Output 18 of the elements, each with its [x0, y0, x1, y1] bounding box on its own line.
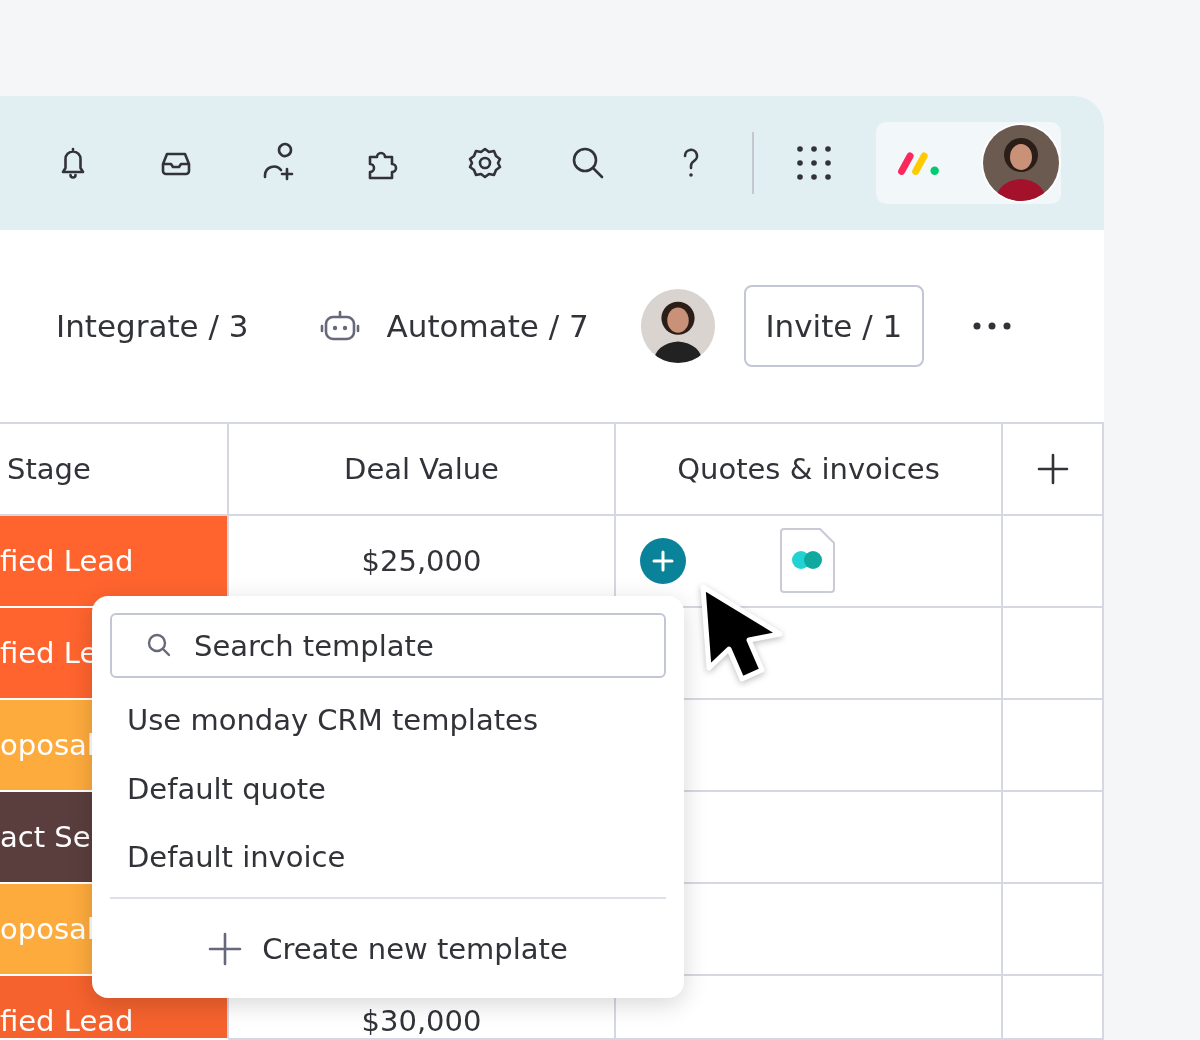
- column-header: Deal Value: [229, 424, 616, 516]
- menu-item[interactable]: Default quote: [110, 755, 666, 823]
- automate-link[interactable]: Automate / 7: [386, 308, 589, 344]
- more-icon[interactable]: [971, 321, 1012, 331]
- plus-icon: [208, 932, 243, 966]
- account-switcher[interactable]: [876, 122, 1061, 204]
- column-header: Quotes & invoices: [616, 424, 1003, 516]
- add-column-icon[interactable]: [1035, 452, 1070, 486]
- add-button[interactable]: [640, 538, 686, 584]
- document-icon[interactable]: [780, 528, 836, 594]
- menu-item[interactable]: Default invoice: [110, 823, 666, 891]
- search-field[interactable]: Search template: [110, 613, 666, 678]
- invite-button[interactable]: Invite / 1: [743, 285, 924, 367]
- menu-item[interactable]: Use monday CRM templates: [110, 685, 666, 755]
- plus-icon: [651, 549, 675, 573]
- integrate-link[interactable]: Integrate / 3: [56, 308, 249, 344]
- avatar[interactable]: [981, 123, 1061, 203]
- search-icon: [146, 632, 172, 658]
